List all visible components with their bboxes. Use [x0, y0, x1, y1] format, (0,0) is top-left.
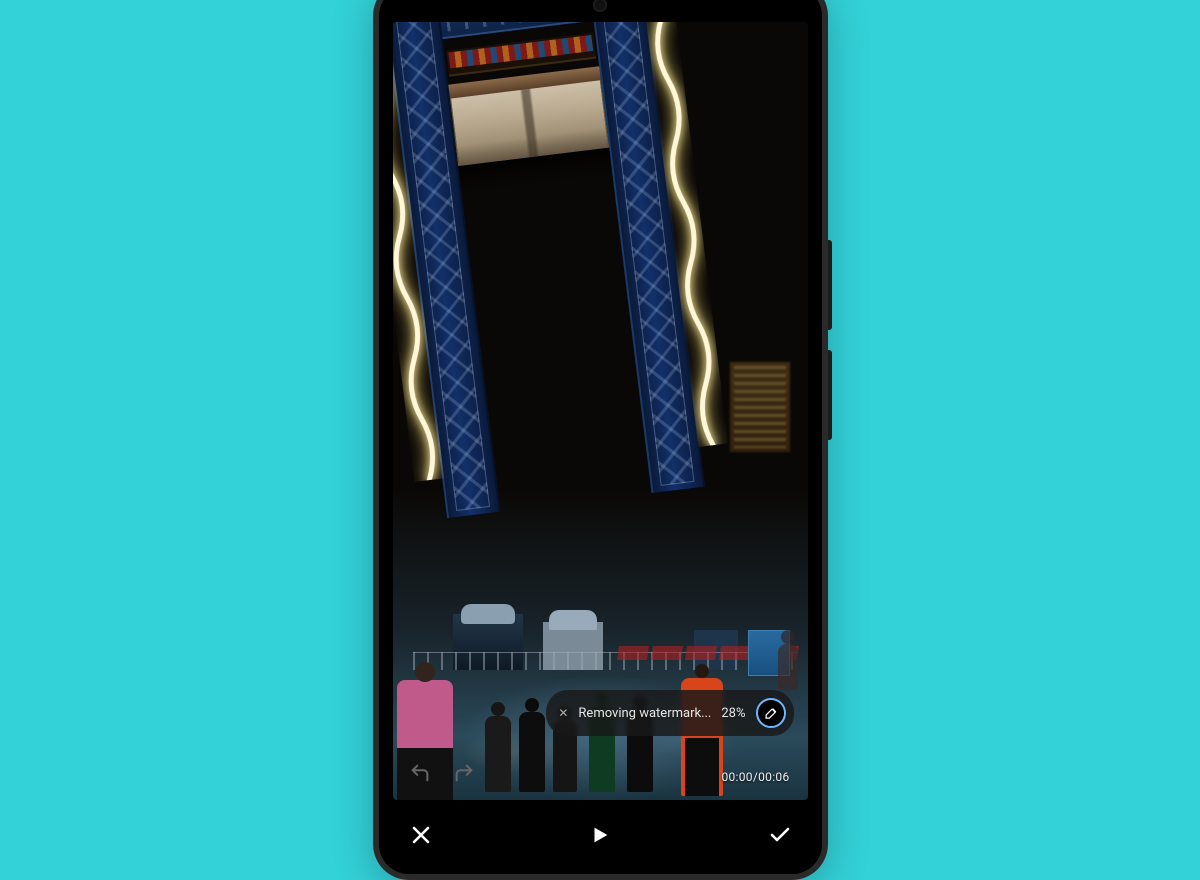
editor-bottom-bar — [379, 806, 822, 874]
eraser-icon[interactable] — [756, 698, 786, 728]
play-button[interactable] — [589, 824, 611, 846]
person-silhouette — [485, 716, 511, 792]
time-total: 00:06 — [758, 770, 789, 784]
phone-device-frame: ✕ Removing watermark... 28% — [373, 0, 828, 880]
volume-down-hw-button — [828, 350, 832, 440]
cancel-button[interactable] — [409, 823, 433, 847]
phone-screen: ✕ Removing watermark... 28% — [379, 0, 822, 874]
toast-progress: 28% — [721, 706, 745, 721]
video-frame-content — [393, 22, 808, 800]
ride-carriage — [448, 66, 612, 194]
background-building — [730, 362, 790, 452]
progress-toast: ✕ Removing watermark... 28% — [546, 690, 793, 736]
timecode-display: 00:00/00:06 — [721, 770, 789, 784]
video-editor-screen: ✕ Removing watermark... 28% — [379, 0, 822, 874]
confirm-button[interactable] — [768, 823, 792, 847]
time-current: 00:00 — [721, 770, 752, 784]
toast-dismiss-icon[interactable]: ✕ — [558, 706, 568, 720]
history-controls — [409, 762, 475, 784]
ride-tower — [393, 22, 710, 558]
volume-up-hw-button — [828, 240, 832, 330]
redo-button[interactable] — [453, 762, 475, 784]
person-silhouette — [519, 712, 545, 792]
undo-button[interactable] — [409, 762, 431, 784]
person-distant — [778, 644, 798, 690]
toast-message: Removing watermark... — [578, 706, 711, 721]
video-preview[interactable]: ✕ Removing watermark... 28% — [393, 22, 808, 800]
